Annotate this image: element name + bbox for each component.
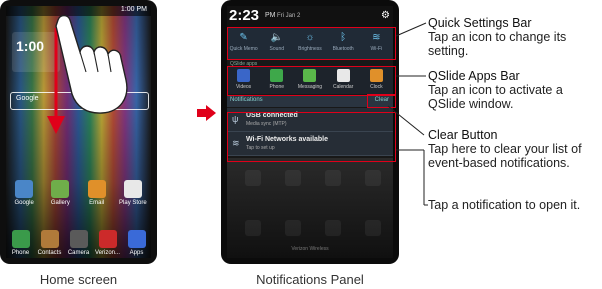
- app-google[interactable]: Google: [10, 180, 38, 206]
- callout-line: Tap an icon to activate a: [428, 83, 563, 97]
- app-play-store[interactable]: Play Store: [119, 180, 147, 206]
- dock-apps[interactable]: Apps: [123, 230, 151, 256]
- callout-title: Quick Settings Bar: [428, 16, 532, 30]
- play-store-icon: [123, 180, 142, 198]
- apps-grid-icon: [127, 230, 146, 248]
- dock-camera[interactable]: Camera: [65, 230, 93, 256]
- app-gallery[interactable]: Gallery: [46, 180, 74, 206]
- callout-line: Tap here to clear your list of: [428, 142, 582, 156]
- status-time: 1:00 PM: [120, 6, 147, 13]
- app-label: Phone: [11, 250, 30, 256]
- clear-button-callout: Clear Button Tap here to clear your list…: [428, 128, 602, 170]
- callout-line: QSlide window.: [428, 97, 514, 111]
- callout-title: Clear Button: [428, 128, 498, 142]
- app-label: Camera: [67, 250, 90, 256]
- app-email[interactable]: Email: [83, 180, 111, 206]
- app-label: Verizon...: [94, 250, 120, 256]
- callout-line: Tap an icon to change its: [428, 30, 567, 44]
- callout-line: setting.: [428, 44, 469, 58]
- qslide-callout: QSlide Apps Bar Tap an icon to activate …: [428, 69, 600, 111]
- camera-icon: [69, 230, 88, 248]
- dock-phone[interactable]: Phone: [7, 230, 35, 256]
- gallery-icon: [51, 180, 70, 198]
- hand-gesture-icon: [55, 14, 128, 114]
- phone-icon: [11, 230, 30, 248]
- contacts-icon: [40, 230, 59, 248]
- app-label: Contacts: [37, 250, 62, 256]
- quick-settings-callout: Quick Settings Bar Tap an icon to change…: [428, 16, 600, 58]
- callout-title: QSlide Apps Bar: [428, 69, 520, 83]
- app-label: Gallery: [50, 200, 70, 206]
- clock-widget-text: 1:00: [16, 38, 45, 54]
- notification-callout: Tap a notification to open it.: [428, 198, 602, 212]
- dock-verizon[interactable]: Verizon...: [94, 230, 122, 256]
- email-icon: [87, 180, 106, 198]
- callout-line: Tap a notification to open it.: [428, 198, 581, 212]
- dock-row: Phone Contacts Camera Verizon... Apps: [6, 230, 151, 256]
- verizon-icon: [98, 230, 117, 248]
- dock-contacts[interactable]: Contacts: [36, 230, 64, 256]
- app-label: Google: [14, 200, 34, 206]
- app-label: Email: [89, 200, 105, 206]
- search-bar-label: Google: [16, 95, 39, 102]
- google-icon: [15, 180, 34, 198]
- app-label: Apps: [129, 250, 144, 256]
- app-label: Play Store: [119, 200, 147, 206]
- app-icons-row-1: Google Gallery Email Play Store: [6, 180, 151, 206]
- callout-line: event-based notifications.: [428, 156, 570, 170]
